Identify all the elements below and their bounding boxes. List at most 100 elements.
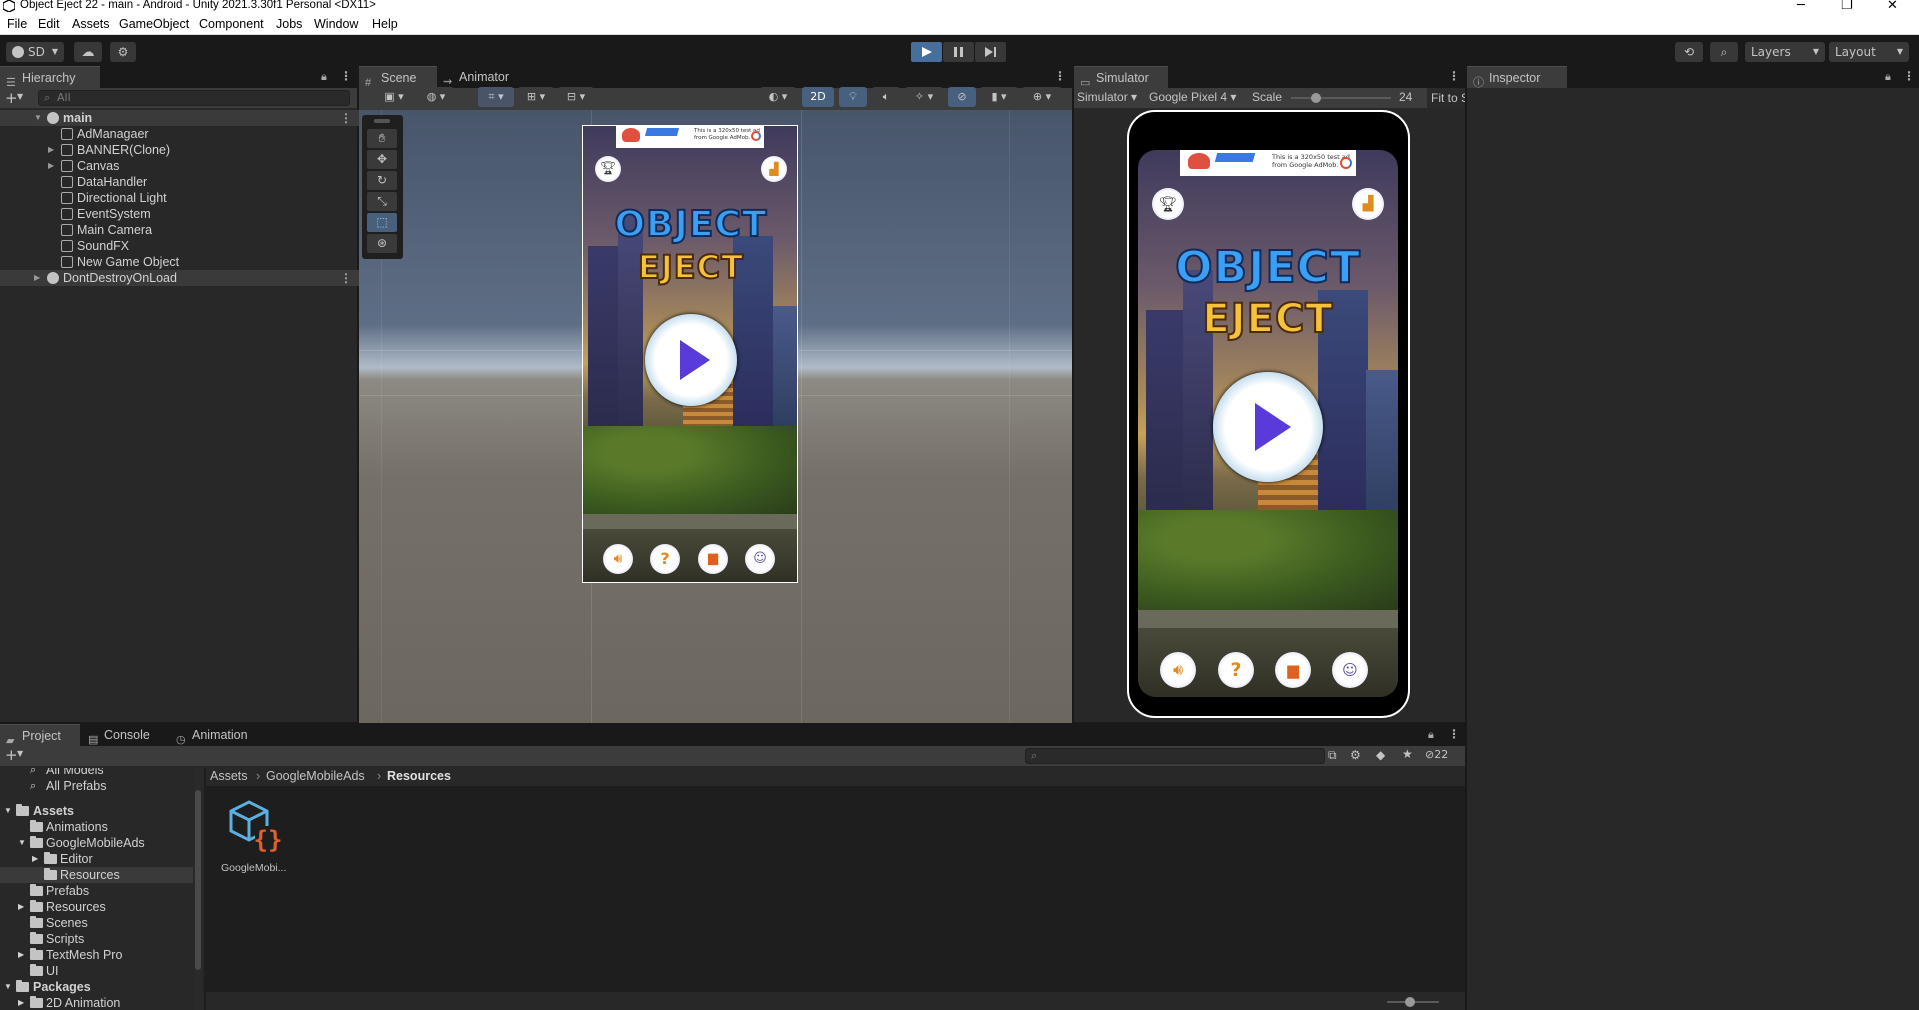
folder-item[interactable]: ▼ GoogleMobileAds (0, 835, 193, 851)
align-button[interactable]: ⊟ ▾ (558, 87, 594, 107)
zoom-slider[interactable] (1387, 997, 1439, 1007)
tab-scene[interactable]: # Scene (359, 66, 437, 89)
folder-item[interactable]: Scripts (0, 931, 193, 947)
folder-item[interactable]: UI (0, 963, 193, 979)
move-tool-button[interactable]: ✥ (367, 150, 397, 169)
lock-icon[interactable]: 🔒︎ (1885, 70, 1891, 84)
trophy-button[interactable]: 🏆︎ (1152, 188, 1184, 220)
sound-button[interactable]: 🔊︎ (1160, 652, 1196, 688)
breadcrumb-item[interactable]: Assets (210, 769, 248, 783)
tab-animation[interactable]: ◷ Animation (170, 724, 270, 746)
step-button[interactable] (975, 42, 1006, 62)
folder-item[interactable]: Prefabs (0, 883, 193, 899)
play-button[interactable] (911, 42, 942, 62)
kebab-menu-icon[interactable]: ⋮ (1903, 69, 1915, 83)
toggle-2d-button[interactable]: 2D (802, 87, 834, 107)
star-icon[interactable]: ★ (1402, 747, 1413, 761)
tab-project[interactable]: ▰ Project (0, 724, 80, 747)
collapse-arrow-icon[interactable]: ▶ (32, 851, 38, 867)
slider-thumb[interactable] (1405, 997, 1415, 1007)
menu-file[interactable]: File (7, 17, 27, 31)
simulator-game-canvas[interactable]: This is a 320x50 test ad from Google AdM… (1138, 150, 1398, 697)
history-button[interactable]: ⟲ (1675, 42, 1703, 62)
favorite-item[interactable]: ⌕ All Prefabs (0, 778, 193, 794)
simulator-mode-dropdown[interactable]: Simulator ▾ (1077, 90, 1137, 104)
menu-window[interactable]: Window (314, 17, 358, 31)
menu-jobs[interactable]: Jobs (276, 17, 302, 31)
maximize-button[interactable]: ❐ (1841, 0, 1853, 13)
expand-arrow-icon[interactable]: ▼ (4, 979, 12, 995)
cloud-button[interactable]: ☁ (74, 42, 102, 62)
tab-hierarchy[interactable]: ☰ Hierarchy (0, 66, 100, 89)
fit-to-screen-button[interactable]: Fit to S (1427, 88, 1465, 108)
kebab-menu-icon[interactable]: ⋮ (340, 110, 352, 126)
folder-item[interactable]: Scenes (0, 915, 193, 931)
drag-handle[interactable] (374, 119, 390, 123)
leaderboard-button[interactable]: ▟ (1352, 188, 1384, 220)
pause-button[interactable] (943, 42, 974, 62)
collapse-arrow-icon[interactable]: ▶ (18, 899, 24, 915)
scene-game-canvas[interactable]: This is a 320x50 test ad from Google AdM… (582, 125, 798, 583)
folder-packages[interactable]: ▼ Packages (0, 979, 193, 995)
device-dropdown[interactable]: Google Pixel 4 ▾ (1149, 90, 1236, 104)
scale-tool-button[interactable]: ⤡ (367, 192, 397, 211)
gizmos-button[interactable]: ⊕ ▾ (1022, 87, 1062, 107)
increment-snap-button[interactable]: ⊞ ▾ (518, 87, 554, 107)
kebab-menu-icon[interactable]: ⋮ (340, 270, 352, 286)
filter-icon[interactable]: ⚙ (1350, 748, 1361, 762)
add-button[interactable]: + (5, 89, 18, 107)
global-dropdown[interactable]: ◍ ▾ (418, 87, 454, 107)
scene-row-main[interactable]: ▼ main ⋮ (0, 110, 360, 126)
hierarchy-item[interactable]: AdManagaer (0, 126, 360, 142)
project-search-input[interactable]: ⌕ (1025, 748, 1325, 764)
hierarchy-item[interactable]: DataHandler (0, 174, 360, 190)
transform-tool-button[interactable]: ⊛ (367, 234, 397, 253)
collapse-arrow-icon[interactable]: ▶ (18, 995, 24, 1010)
play-game-button[interactable] (1213, 372, 1323, 482)
menu-gameobject[interactable]: GameObject (119, 17, 189, 31)
hierarchy-search-input[interactable]: ⌕ All (38, 90, 350, 106)
collapse-arrow-icon[interactable]: ▶ (18, 947, 24, 963)
hierarchy-item[interactable]: SoundFX (0, 238, 360, 254)
menu-component[interactable]: Component (199, 17, 264, 31)
layers-dropdown[interactable]: Layers ▼ (1745, 42, 1825, 62)
visibility-button[interactable]: ⊘ (948, 87, 976, 107)
hierarchy-item[interactable]: ▶ BANNER(Clone) (0, 142, 360, 158)
menu-edit[interactable]: Edit (38, 17, 60, 31)
layout-dropdown[interactable]: Layout ▼ (1829, 42, 1909, 62)
lock-icon[interactable]: 🔒︎ (1428, 728, 1434, 742)
ad-banner[interactable]: This is a 320x50 test ad from Google AdM… (1180, 150, 1356, 176)
sound-button[interactable]: 🔊︎ (603, 544, 633, 574)
collab-button[interactable]: ⚙ (110, 42, 136, 62)
leaderboard-button[interactable]: ▟ (761, 156, 787, 182)
menu-assets[interactable]: Assets (72, 17, 110, 31)
tab-inspector[interactable]: ⓘ Inspector (1467, 66, 1567, 89)
folder-item[interactable]: ▶ TextMesh Pro (0, 947, 193, 963)
menu-help[interactable]: Help (372, 17, 398, 31)
kebab-menu-icon[interactable]: ⋮ (1448, 69, 1460, 83)
folder-item-selected[interactable]: Resources (0, 867, 193, 883)
expand-arrow-icon[interactable]: ▼ (4, 803, 12, 819)
favorite-item[interactable]: ⌕ All Models (0, 768, 193, 778)
tab-simulator[interactable]: ▭ Simulator (1074, 66, 1168, 89)
folder-assets[interactable]: ▼ Assets (0, 803, 193, 819)
rect-tool-button[interactable]: ⬚ (367, 213, 397, 232)
lighting-button[interactable]: 💡︎ (839, 87, 867, 107)
kebab-menu-icon[interactable]: ⋮ (1448, 727, 1460, 741)
scale-slider[interactable] (1291, 93, 1391, 103)
folder-item[interactable]: ▶ 2D Animation (0, 995, 193, 1010)
account-dropdown[interactable]: SD ▼ (6, 42, 64, 62)
hierarchy-item[interactable]: Main Camera (0, 222, 360, 238)
search-button[interactable]: ⌕ (1710, 42, 1738, 62)
tree-scrollbar[interactable] (194, 768, 202, 1010)
slider-thumb[interactable] (1311, 93, 1321, 103)
audio-button[interactable]: 🔈︎ (872, 87, 900, 107)
expand-arrow-icon[interactable]: ▼ (18, 835, 26, 851)
expand-arrow-icon[interactable]: ▼ (34, 110, 42, 126)
rotate-tool-button[interactable]: ↻ (367, 171, 397, 190)
trophy-button[interactable]: 🏆︎ (595, 156, 621, 182)
camera-button[interactable]: ▮ ▾ (980, 87, 1018, 107)
close-button[interactable]: ✕ (1887, 0, 1898, 13)
hierarchy-item[interactable]: ▶ Canvas (0, 158, 360, 174)
kebab-menu-icon[interactable]: ⋮ (1054, 69, 1066, 83)
